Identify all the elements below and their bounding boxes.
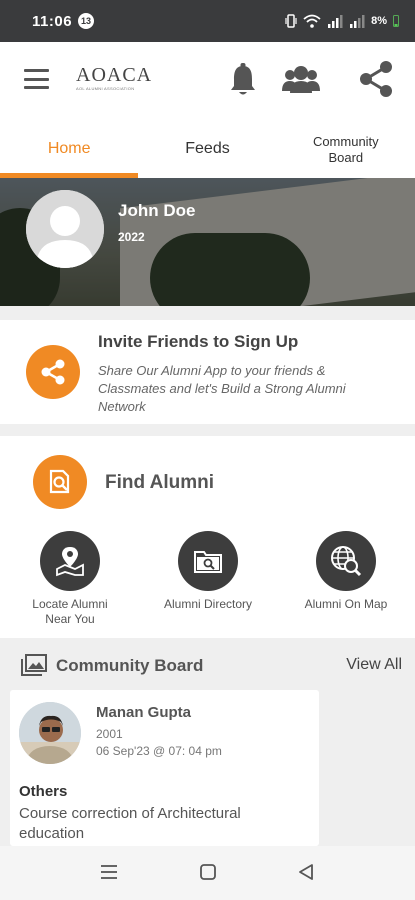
post-author-name: Manan Gupta <box>96 704 192 721</box>
app-bar: AOACA AOL ALUMNI ASSOCIATION <box>0 42 415 120</box>
image-gallery-icon <box>21 654 47 676</box>
post-category: Others <box>19 783 68 800</box>
invite-title: Invite Friends to Sign Up <box>98 332 299 351</box>
share-icon[interactable] <box>358 60 394 98</box>
menu-icon[interactable] <box>24 69 49 89</box>
post-author-avatar[interactable] <box>19 702 81 764</box>
alumni-directory-option[interactable]: Alumni Directory <box>143 531 273 612</box>
back-button-icon[interactable] <box>297 863 315 881</box>
alumni-on-map-option[interactable]: Alumni On Map <box>281 531 411 612</box>
community-post-card[interactable]: Manan Gupta 2001 06 Sep'23 @ 07: 04 pm O… <box>10 690 319 846</box>
invite-share-icon <box>26 345 80 399</box>
locate-alumni-option[interactable]: Locate Alumni Near You <box>5 531 135 627</box>
post-text: Course correction of Architectural educa… <box>19 805 241 842</box>
default-avatar-icon <box>26 190 104 268</box>
map-pin-icon <box>40 531 100 591</box>
tab-community-board-label: Community Board <box>312 134 379 165</box>
status-time: 11:06 <box>32 12 73 30</box>
tab-feeds[interactable]: Feeds <box>138 120 276 178</box>
signal-icon <box>328 15 343 28</box>
logo-text: AOACA <box>76 64 153 86</box>
status-bar: 11:06 13 8% <box>0 0 415 42</box>
find-alumni-card: Find Alumni Locate Alumni Near You Alumn… <box>0 436 415 638</box>
tab-home[interactable]: Home <box>0 120 139 178</box>
tab-community-board[interactable]: Community Board <box>277 120 415 178</box>
status-indicators: 8% <box>285 14 399 28</box>
profile-name: John Doe <box>118 201 196 220</box>
signal-2-icon <box>350 15 365 28</box>
logo-subtext: AOL ALUMNI ASSOCIATION <box>76 86 135 91</box>
battery-icon <box>393 15 399 27</box>
directory-search-icon <box>178 531 238 591</box>
notification-count-badge: 13 <box>78 13 95 29</box>
globe-search-icon <box>316 531 376 591</box>
bell-icon[interactable] <box>228 62 258 98</box>
profile-banner[interactable]: John Doe 2022 <box>0 178 415 306</box>
post-author-year: 2001 <box>96 727 123 741</box>
profile-avatar[interactable] <box>26 190 104 268</box>
invite-description: Share Our Alumni App to your friends & C… <box>98 363 346 414</box>
group-icon[interactable] <box>282 64 320 96</box>
find-alumni-icon <box>33 455 87 509</box>
app-logo: AOACA AOL ALUMNI ASSOCIATION <box>76 64 153 91</box>
locate-alumni-label: Locate Alumni Near You <box>32 597 108 626</box>
vibrate-icon <box>285 14 297 28</box>
wifi-icon <box>303 14 321 28</box>
home-button-icon[interactable] <box>199 863 217 881</box>
alumni-directory-label: Alumni Directory <box>163 597 253 611</box>
community-board-title: Community Board <box>56 656 204 675</box>
recent-apps-icon[interactable] <box>99 863 119 881</box>
battery-level: 8% <box>371 15 387 27</box>
community-board-header: Community Board View All <box>0 640 415 690</box>
tab-bar: Home Feeds Community Board <box>0 120 415 178</box>
view-all-link[interactable]: View All <box>346 656 402 674</box>
alumni-on-map-label: Alumni On Map <box>304 597 388 611</box>
profile-year: 2022 <box>118 230 145 244</box>
post-date: 06 Sep'23 @ 07: 04 pm <box>96 744 222 758</box>
system-nav-bar <box>0 846 415 900</box>
find-alumni-title: Find Alumni <box>105 472 215 493</box>
invite-friends-card[interactable]: Invite Friends to Sign Up Share Our Alum… <box>0 320 415 424</box>
